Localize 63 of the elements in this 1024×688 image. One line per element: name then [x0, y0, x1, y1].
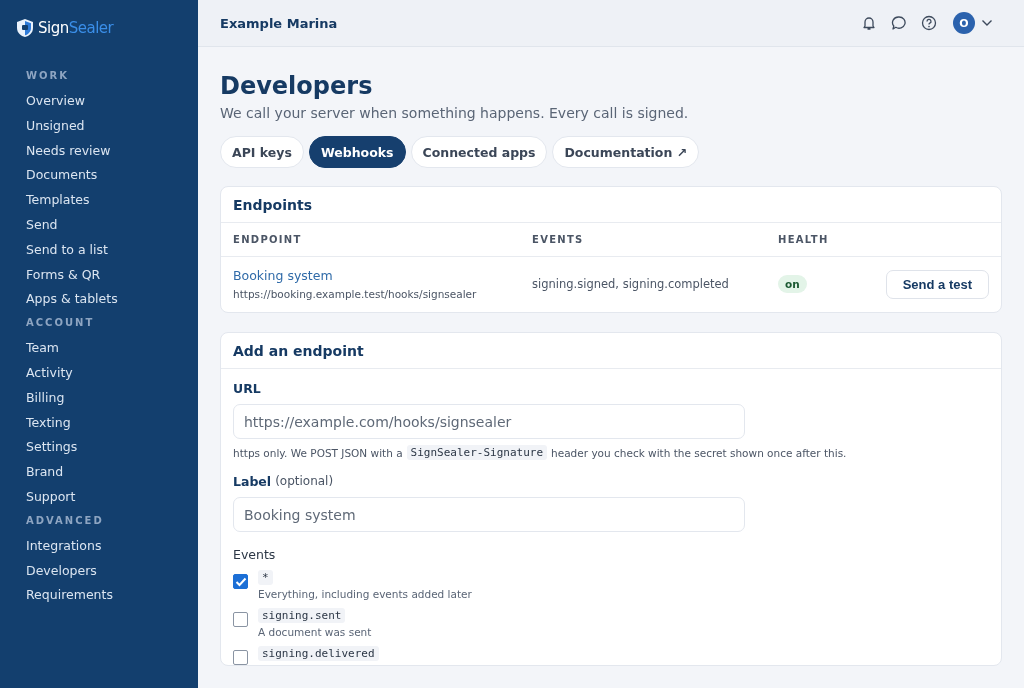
- avatar[interactable]: O: [953, 12, 975, 34]
- endpoint-url: https://booking.example.test/hooks/signsealer: [233, 288, 477, 300]
- events-text: signing.signed, signing.completed: [532, 277, 729, 291]
- help-text: https only. We POST JSON with a: [233, 446, 403, 459]
- field-label: Events: [233, 547, 276, 562]
- event-code: signing.delivered: [258, 646, 379, 661]
- field-label: Label: [233, 474, 272, 489]
- tab[interactable]: Connected apps: [410, 136, 548, 168]
- nav-link[interactable]: Support: [26, 485, 76, 511]
- card-title: Add an endpoint: [221, 333, 1001, 369]
- event-description: A document was sent: [258, 626, 372, 638]
- shield-logo-icon: [16, 18, 34, 38]
- nav-link[interactable]: Team: [26, 337, 60, 362]
- send-test-button[interactable]: Send a test: [885, 269, 989, 299]
- chat-icon[interactable]: [891, 15, 907, 31]
- checkbox[interactable]: [233, 612, 248, 627]
- nav-link[interactable]: Forms & QR: [26, 263, 101, 289]
- section-heading: WORK: [26, 69, 69, 83]
- nav-link[interactable]: Templates: [26, 189, 90, 214]
- organization-name: Example Marina: [220, 15, 338, 31]
- section-heading: ACCOUNT: [26, 316, 95, 331]
- health-badge: on: [778, 275, 807, 293]
- event-description: Everything, including events added later: [258, 588, 472, 600]
- label-field[interactable]: Booking system: [233, 497, 745, 532]
- nav-link[interactable]: Apps & tablets: [26, 288, 118, 314]
- nav-link[interactable]: Texting: [26, 411, 71, 437]
- card-title: Endpoints: [221, 187, 1001, 223]
- checkbox[interactable]: [233, 650, 248, 665]
- nav-link[interactable]: Activity: [26, 361, 73, 387]
- help-text: header you check with the secret shown once after this.: [551, 446, 847, 459]
- nav-link[interactable]: Settings: [26, 436, 78, 462]
- nav-link[interactable]: Requirements: [26, 584, 113, 610]
- tab[interactable]: Documentation ↗: [552, 136, 700, 168]
- tab[interactable]: API keys: [220, 136, 304, 168]
- nav-link[interactable]: Billing: [26, 386, 65, 412]
- event-code: *: [258, 570, 273, 585]
- nav-link[interactable]: Brand: [26, 461, 64, 486]
- nav-link[interactable]: Send: [26, 214, 58, 239]
- code-text: SignSealer-Signature: [406, 445, 548, 460]
- tab[interactable]: Webhooks: [308, 136, 406, 168]
- page-subtitle: We call your server when something happens. Every call is signed.: [220, 105, 690, 121]
- section-heading: ADVANCED: [26, 513, 104, 528]
- endpoint-link[interactable]: Booking system: [233, 268, 333, 283]
- url-field[interactable]: https://example.com/hooks/signsealer: [233, 404, 745, 439]
- logo-text: SignSealer: [38, 19, 114, 37]
- nav-link[interactable]: Overview: [26, 90, 85, 115]
- chevron-down-icon[interactable]: [981, 19, 993, 27]
- field-label: URL: [233, 381, 261, 396]
- page-title: Developers: [220, 71, 374, 101]
- nav-link[interactable]: Integrations: [26, 534, 102, 560]
- column-header: EVENTS: [520, 223, 766, 257]
- nav-link[interactable]: Documents: [26, 164, 98, 190]
- checkbox[interactable]: [233, 574, 248, 589]
- column-header: ENDPOINT: [221, 223, 520, 257]
- nav-link[interactable]: Unsigned: [26, 114, 85, 140]
- help-icon[interactable]: [921, 15, 937, 31]
- optional-hint: (optional): [275, 474, 334, 489]
- column-header: HEALTH: [766, 223, 856, 257]
- nav-link[interactable]: Developers: [26, 559, 97, 585]
- nav-link[interactable]: Send to a list: [26, 238, 108, 264]
- bell-icon[interactable]: [861, 15, 877, 31]
- event-code: signing.sent: [258, 608, 346, 623]
- nav-link[interactable]: Needs review: [26, 139, 111, 165]
